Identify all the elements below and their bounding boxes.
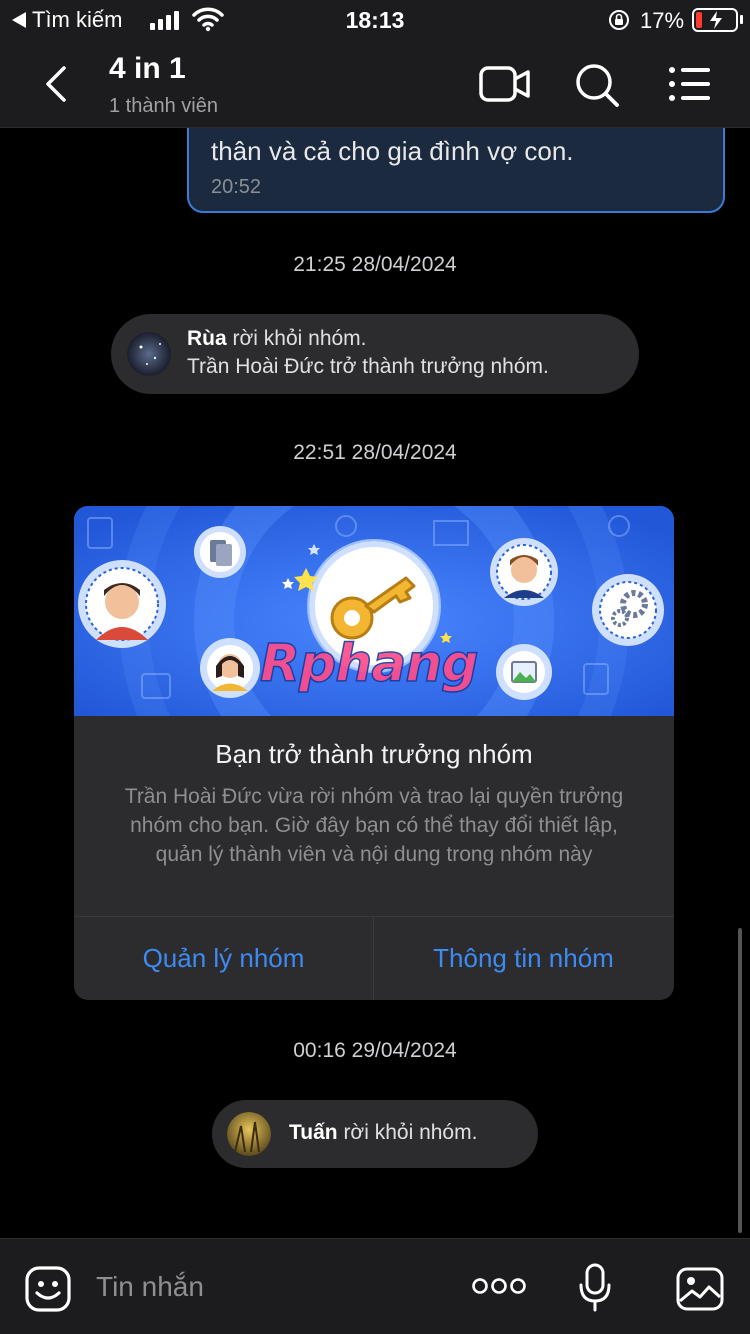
message-input-placeholder: Tin nhắn [96,1271,204,1302]
event-line-1: Rùa rời khỏi nhóm. [187,327,367,351]
member-count[interactable]: 1 thành viên [109,95,218,118]
manage-group-button[interactable]: Quản lý nhóm [74,917,373,1000]
system-event-bubble: Tuấn rời khỏi nhóm. [212,1100,538,1168]
battery-cap [740,15,743,24]
image-gallery-icon[interactable] [676,1267,724,1311]
status-bar: Tìm kiếm 18:13 17% [0,0,750,40]
event-line-2: Trần Hoài Đức trở thành trưởng nhóm. [187,355,549,378]
chat-header: 4 in 1 1 thành viên [0,40,750,128]
menu-list-icon[interactable] [668,66,712,102]
back-arrow-icon[interactable] [40,64,70,104]
event-action: rời khỏi nhóm. [226,327,367,350]
event-user-name[interactable]: Tuấn [289,1121,338,1144]
group-title[interactable]: 4 in 1 [109,52,186,86]
battery-icon [692,8,738,32]
card-description: Trần Hoài Đức vừa rời nhóm và trao lại q… [124,785,624,866]
battery-percentage: 17% [640,8,685,33]
message-text: thân và cả cho gia đình vợ con. [211,136,574,166]
battery-level-fill [696,12,702,28]
outgoing-message-bubble[interactable]: thân và cả cho gia đình vợ con. 20:52 [187,128,725,213]
date-separator: 00:16 29/04/2024 [293,1039,457,1062]
avatar[interactable] [127,332,171,376]
message-time: 20:52 [211,176,262,198]
chat-scrollbar[interactable] [738,928,742,1233]
system-event-bubble: Rùa rời khỏi nhóm. Trần Hoài Đức trở thà… [111,314,639,394]
more-options-icon[interactable] [472,1277,526,1295]
event-line: Tuấn rời khỏi nhóm. [289,1121,477,1145]
rotation-lock-icon [609,10,629,30]
status-time: 18:13 [345,7,405,33]
microphone-icon[interactable] [578,1263,612,1313]
event-user-name[interactable]: Rùa [187,327,227,350]
charging-bolt-icon [710,11,722,29]
message-input[interactable]: Tin nhắn [96,1271,204,1303]
group-info-button[interactable]: Thông tin nhóm [374,917,673,1000]
search-icon[interactable] [574,62,620,108]
message-list[interactable]: thân và cả cho gia đình vợ con. 20:52 21… [0,128,750,1238]
video-call-icon[interactable] [478,64,532,104]
date-separator: 22:51 28/04/2024 [293,441,457,464]
card-banner: Rphang [74,506,674,716]
group-leader-card: Rphang Bạn trở thành trưởng nhóm Trần Ho… [74,506,674,1000]
date-separator: 21:25 28/04/2024 [293,253,457,276]
event-action: rời khỏi nhóm. [337,1121,478,1144]
emoji-sticker-icon[interactable] [24,1265,72,1313]
avatar[interactable] [227,1112,271,1156]
card-title: Bạn trở thành trưởng nhóm [215,739,533,769]
brand-watermark: Rphang [259,633,479,695]
message-composer: Tin nhắn [0,1238,750,1334]
